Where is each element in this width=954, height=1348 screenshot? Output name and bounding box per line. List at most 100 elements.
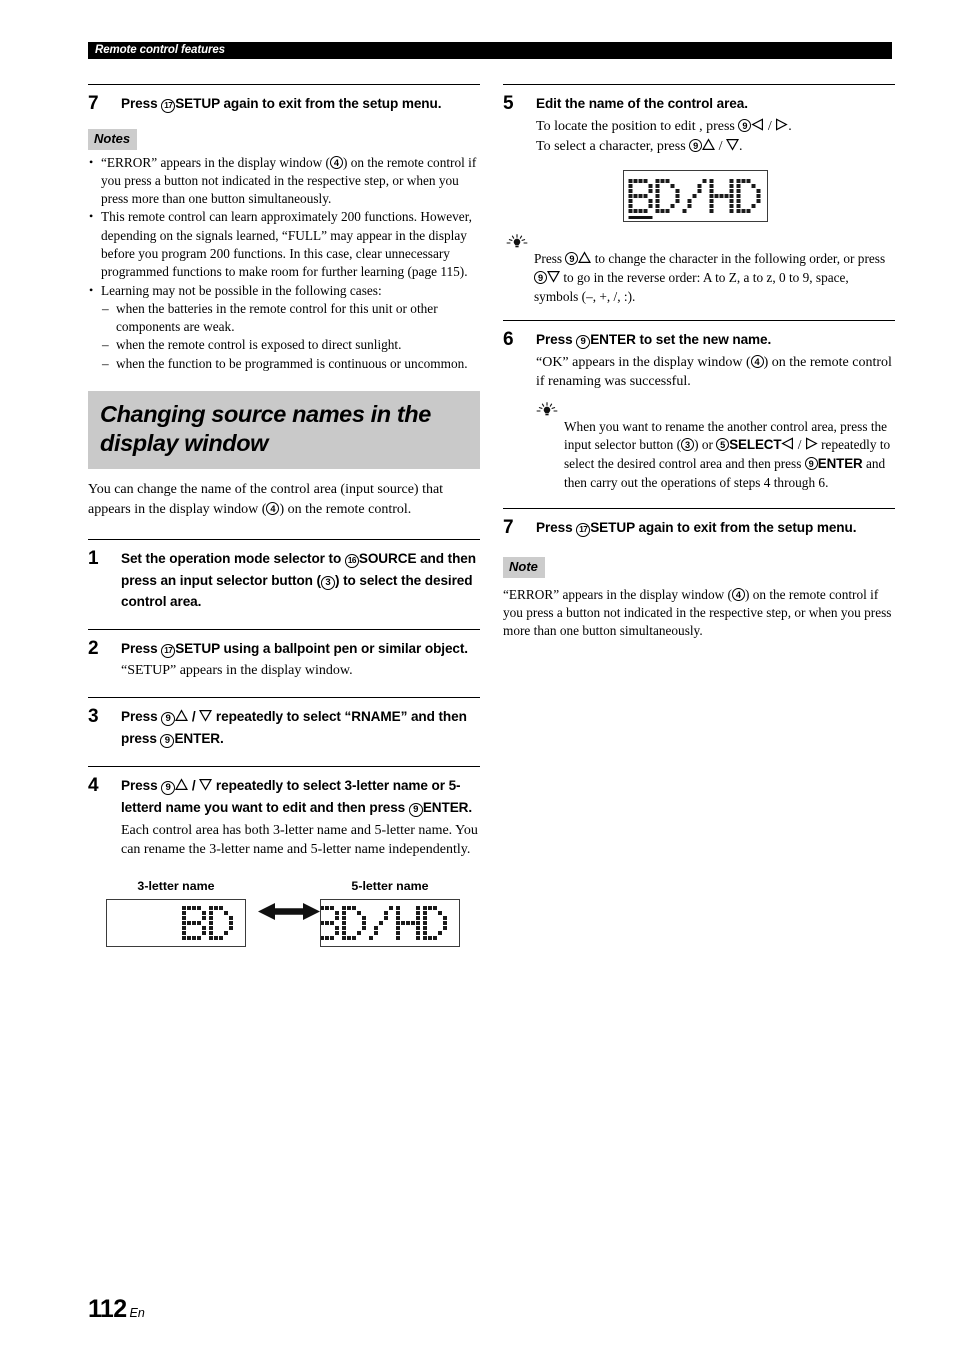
step-body: Press 9 / repeatedly to select 3-letter …: [121, 775, 480, 860]
keycap-label: ENTER: [817, 456, 863, 472]
step-description: To locate the position to edit , press 9…: [536, 117, 895, 158]
desc-text-a: To select a character, press: [536, 139, 690, 154]
keycap-label: ENTER: [422, 800, 469, 816]
step-body: Press 17 SETUP again to exit from the set…: [536, 517, 895, 539]
manual-page: Remote control features 7 Press 17 SETUP …: [0, 0, 954, 1348]
step-title: Press 9 / repeatedly to select 3-letter …: [121, 775, 480, 819]
keycap-label: SETUP: [590, 520, 635, 536]
lcd-glyph: [628, 178, 652, 219]
lcd-text-3letter: [182, 905, 236, 940]
lcd-label-3letter: 3-letter name: [137, 878, 215, 893]
lcd-glyph: [736, 178, 760, 213]
running-header-bar: Remote control features: [88, 42, 892, 59]
triangle-down-icon: [199, 707, 213, 729]
lcd-glyph: [182, 905, 206, 940]
triangle-down-icon: [726, 138, 740, 158]
step-title-text-4: .: [220, 731, 224, 747]
notes-label: Notes: [88, 128, 138, 150]
step-title-text-1: Press: [121, 777, 162, 793]
triangle-up-icon: [175, 707, 189, 729]
page-number: 112: [88, 1295, 127, 1323]
tip-bulb-icon: [536, 402, 558, 417]
step-title-text-2: /: [188, 777, 200, 793]
step-description: Each control area has both 3-letter name…: [121, 822, 478, 858]
lcd-display-5letter: [320, 898, 460, 947]
lcd-label-5letter: 5-letter name: [351, 878, 429, 893]
lcd-comparison-figure: 3-letter name 5-letter name: [88, 878, 480, 950]
ref-circle-number: 9: [160, 734, 175, 749]
lcd-text-editing: [628, 178, 763, 219]
ref-circle-number: 4: [750, 354, 764, 368]
desc-text-b: /: [715, 139, 727, 154]
note-subcase: when the batteries in the remote control…: [101, 300, 480, 337]
ref-circle-number: 5: [716, 438, 730, 452]
step-title-text-2: again to exit from the setup menu.: [219, 96, 442, 111]
step-number: 1: [88, 548, 99, 570]
triangle-left-icon: [751, 117, 764, 138]
note-label: Note: [503, 556, 545, 578]
note-text-a: This remote control can learn approximat…: [101, 209, 472, 280]
ref-circle-number: 9: [408, 803, 423, 818]
step-title: Edit the name of the control area.: [536, 96, 748, 111]
lcd-glyph: [655, 178, 679, 213]
ref-circle-number: 9: [576, 335, 591, 350]
step5-lcd-figure: [536, 169, 895, 234]
section-intro-paragraph: You can change the name of the control a…: [88, 480, 480, 519]
step-block-7-left: 7 Press 17 SETUP again to exit from the s…: [88, 84, 480, 115]
keycap-label: ENTER: [590, 332, 636, 348]
lcd-display-3letter: [106, 898, 246, 947]
step-number: 2: [88, 637, 99, 659]
keycap-label: SETUP: [175, 96, 220, 111]
ref-circle-number: 9: [161, 780, 176, 795]
notes-block: Notes “ERROR” appears in the display win…: [88, 128, 480, 373]
ref-circle-number: 17: [576, 523, 591, 538]
step-body: Press 9 / repeatedly to select “RNAME” a…: [121, 706, 480, 750]
lcd-display-editing: [623, 169, 768, 222]
tip-bulb-icon: [506, 233, 528, 249]
triangle-up-icon: [175, 776, 189, 798]
left-column: 7 Press 17 SETUP again to exit from the s…: [88, 84, 480, 950]
triangle-right-icon: [805, 437, 818, 455]
desc-text-a: To locate the position to edit , press: [536, 118, 739, 134]
right-column: 5 Edit the name of the control area. To …: [503, 84, 895, 640]
note-text-a: “ERROR” appears in the display window (: [503, 586, 732, 602]
step-title-text-1: Press: [121, 96, 162, 111]
step-number: 5: [503, 93, 514, 114]
triangle-right-icon: [775, 117, 788, 138]
desc-text-c: .: [739, 139, 743, 154]
lcd-text-5letter: [321, 905, 450, 940]
step-number: 3: [88, 705, 99, 727]
desc-text-c: .: [788, 118, 792, 134]
tip-text-1: Press: [534, 250, 566, 266]
ref-circle-number: 17: [161, 99, 176, 113]
triangle-down-icon: [199, 776, 213, 798]
step-title-text-1: Press: [536, 332, 577, 348]
lcd-glyph: [369, 905, 393, 940]
running-header-title: Remote control features: [95, 44, 225, 56]
lcd-glyph: [342, 905, 366, 940]
step-block-3: 3 Press 9 / repeatedly to select “RNAME”…: [88, 696, 480, 750]
step-body: Press 9 ENTER to set the new name. “OK” a…: [536, 329, 895, 492]
ref-circle-number: 9: [534, 270, 547, 284]
step-title: Press 17 SETUP again to exit from the set…: [121, 93, 480, 115]
tip-text-2: ) or: [694, 437, 717, 453]
step-block-2: 2 Press 17 SETUP using a ballpoint pen or…: [88, 628, 480, 681]
keycap-label: SETUP: [175, 640, 220, 656]
ref-circle-number: 17: [161, 643, 176, 658]
ref-circle-number: 9: [804, 457, 818, 471]
lcd-glyph: [682, 178, 706, 213]
note-block: Note “ERROR” appears in the display wind…: [503, 556, 895, 641]
ref-circle-number: 4: [266, 501, 280, 515]
step-body: Edit the name of the control area. To lo…: [536, 93, 895, 234]
step-title-text-1: Press: [536, 520, 577, 536]
page-language: En: [129, 1306, 145, 1320]
note-text-a: Learning may not be possible in the foll…: [101, 282, 382, 298]
triangle-up-icon: [702, 138, 716, 158]
lcd-glyph: [423, 905, 447, 940]
page-footer: 112 En: [88, 1295, 145, 1324]
tip-text-2: to change the character in the following…: [591, 250, 886, 266]
note-item: “ERROR” appears in the display window (4…: [88, 153, 480, 209]
keycap-label: SOURCE: [358, 551, 417, 567]
ref-circle-number: 9: [161, 711, 176, 726]
step-number: 7: [503, 517, 514, 539]
